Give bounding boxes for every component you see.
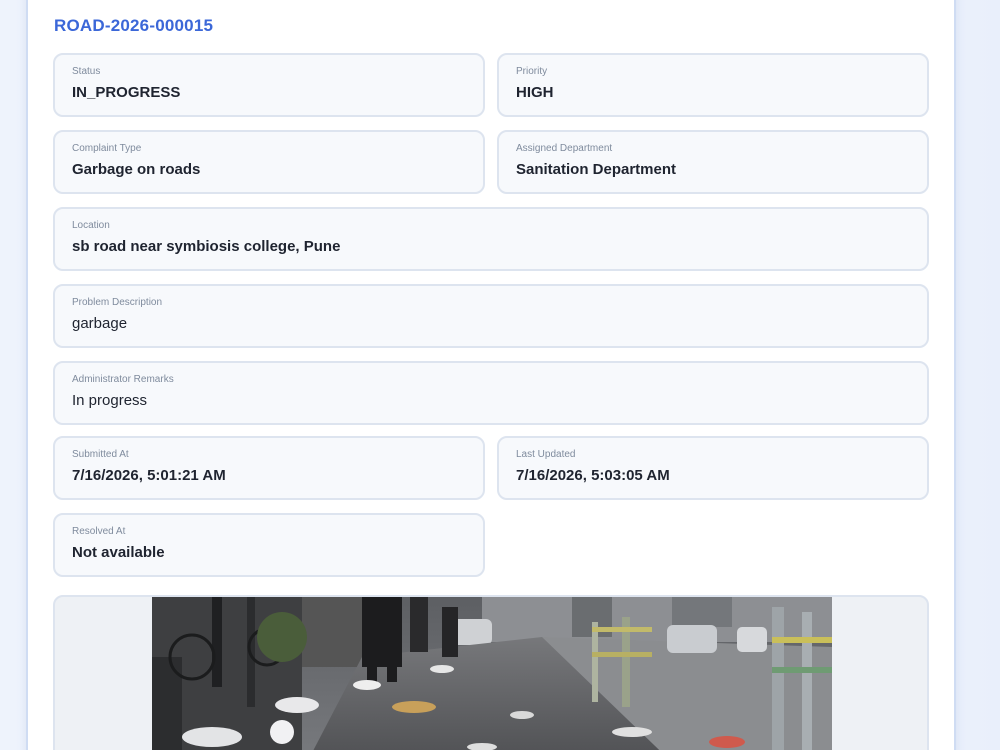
location-value: sb road near symbiosis college, Pune <box>72 238 341 255</box>
last-updated-field: Last Updated 7/16/2026, 5:03:05 AM <box>497 436 929 500</box>
resolved-at-field: Resolved At Not available <box>53 513 485 577</box>
admin-remarks-label: Administrator Remarks <box>72 374 174 385</box>
priority-label: Priority <box>516 66 548 77</box>
submitted-at-label: Submitted At <box>72 449 129 460</box>
complaint-photo-container <box>53 595 929 750</box>
complaint-type-field: Complaint Type Garbage on roads <box>53 130 485 194</box>
submitted-at-value: 7/16/2026, 5:01:21 AM <box>72 467 226 484</box>
admin-remarks-field: Administrator Remarks In progress <box>53 361 929 425</box>
complaint-type-value: Garbage on roads <box>72 161 201 178</box>
problem-description-field: Problem Description garbage <box>53 284 929 348</box>
complaint-photo[interactable] <box>152 597 832 750</box>
assigned-department-label: Assigned Department <box>516 143 613 154</box>
location-label: Location <box>72 220 110 231</box>
problem-description-value: garbage <box>72 315 128 332</box>
assigned-department-value: Sanitation Department <box>516 161 677 178</box>
submitted-at-field: Submitted At 7/16/2026, 5:01:21 AM <box>53 436 485 500</box>
status-label: Status <box>72 66 101 77</box>
problem-description-label: Problem Description <box>72 297 163 308</box>
admin-remarks-value: In progress <box>72 392 148 409</box>
last-updated-label: Last Updated <box>516 449 576 460</box>
assigned-department-field: Assigned Department Sanitation Departmen… <box>497 130 929 194</box>
priority-field: Priority HIGH <box>497 53 929 117</box>
resolved-at-label: Resolved At <box>72 526 126 537</box>
street-garbage-photo <box>152 597 832 750</box>
status-field: Status IN_PROGRESS <box>53 53 485 117</box>
resolved-at-value: Not available <box>72 544 165 561</box>
status-value: IN_PROGRESS <box>72 84 181 101</box>
complaint-type-label: Complaint Type <box>72 143 142 154</box>
complaint-id-heading: ROAD-2026-000015 <box>54 16 214 35</box>
priority-value: HIGH <box>516 84 554 101</box>
last-updated-value: 7/16/2026, 5:03:05 AM <box>516 467 670 484</box>
location-field: Location sb road near symbiosis college,… <box>53 207 929 271</box>
